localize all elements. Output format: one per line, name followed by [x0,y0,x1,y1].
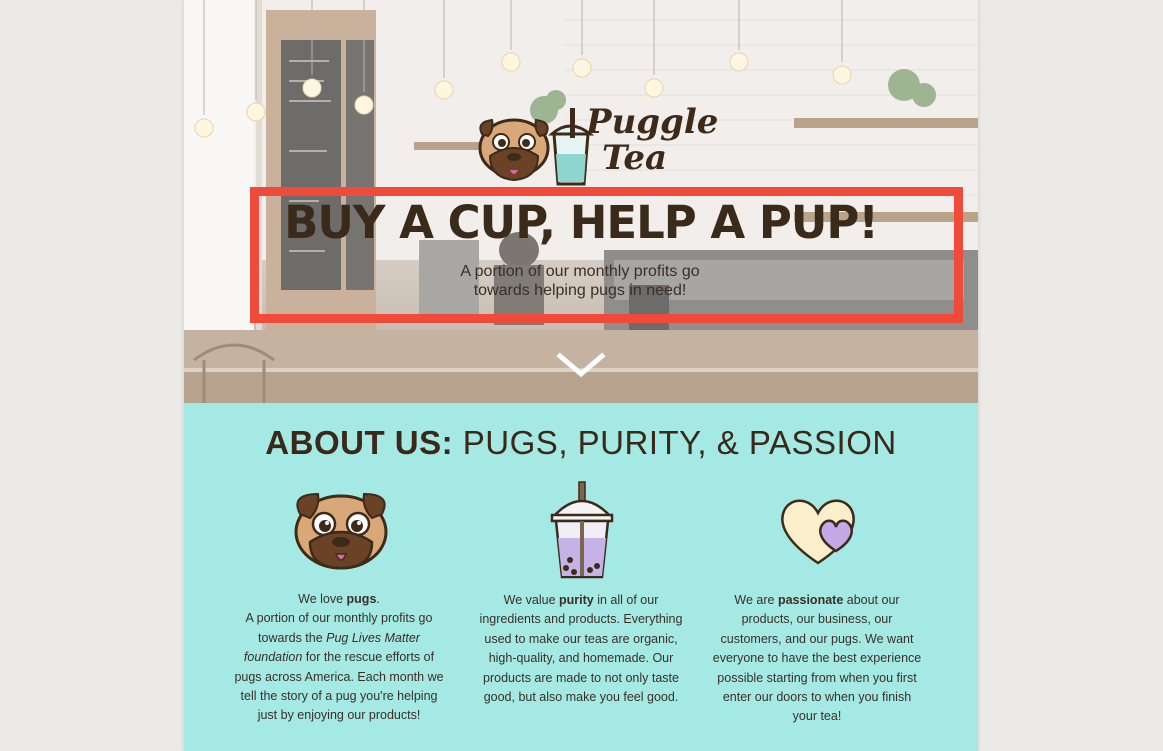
chevron-down-icon[interactable] [556,350,606,380]
two-hearts-icon [781,499,855,565]
pugs-intro-pre: We love [298,592,347,606]
hero-subline: A portion of our monthly profits go towa… [460,263,700,299]
pugs-intro-post: . [376,592,380,606]
bubble-tea-icon [550,481,614,579]
purity-text-pre: We value [503,593,559,607]
about-column-passion: We are passionate about our products, ou… [712,591,922,727]
logo-line-2: Tea [602,138,668,178]
hero-section: Puggle Tea BUY A CUP, HELP A PUP! A port… [184,0,978,403]
purity-text-bold: purity [559,593,594,607]
pugs-intro-bold: pugs [346,592,377,606]
pugs-intro: We love pugs. [234,590,444,609]
about-column-pugs: We love pugs. A portion of our monthly p… [234,590,444,726]
passion-text-post: about our products, our business, our cu… [712,593,922,724]
pug-face-icon [294,492,388,570]
pugs-text: A portion of our monthly profits go towa… [234,609,444,725]
about-column-purity: We value purity in all of our ingredient… [476,591,686,707]
about-title-rest: PUGS, PURITY, & PASSION [462,424,897,461]
about-title: ABOUT US: PUGS, PURITY, & PASSION [184,424,978,462]
purity-text-post: in all of our ingredients and products. … [479,593,683,705]
passion-text-pre: We are [734,593,778,607]
logo-line-1: Puggle [586,102,719,142]
about-title-bold: ABOUT US: [265,424,454,461]
hero-headline: BUY A CUP, HELP A PUP! [284,196,879,249]
passion-text-bold: passionate [777,593,844,607]
logo-wordmark: Puggle Tea [586,102,719,178]
page: Puggle Tea BUY A CUP, HELP A PUP! A port… [184,0,978,751]
